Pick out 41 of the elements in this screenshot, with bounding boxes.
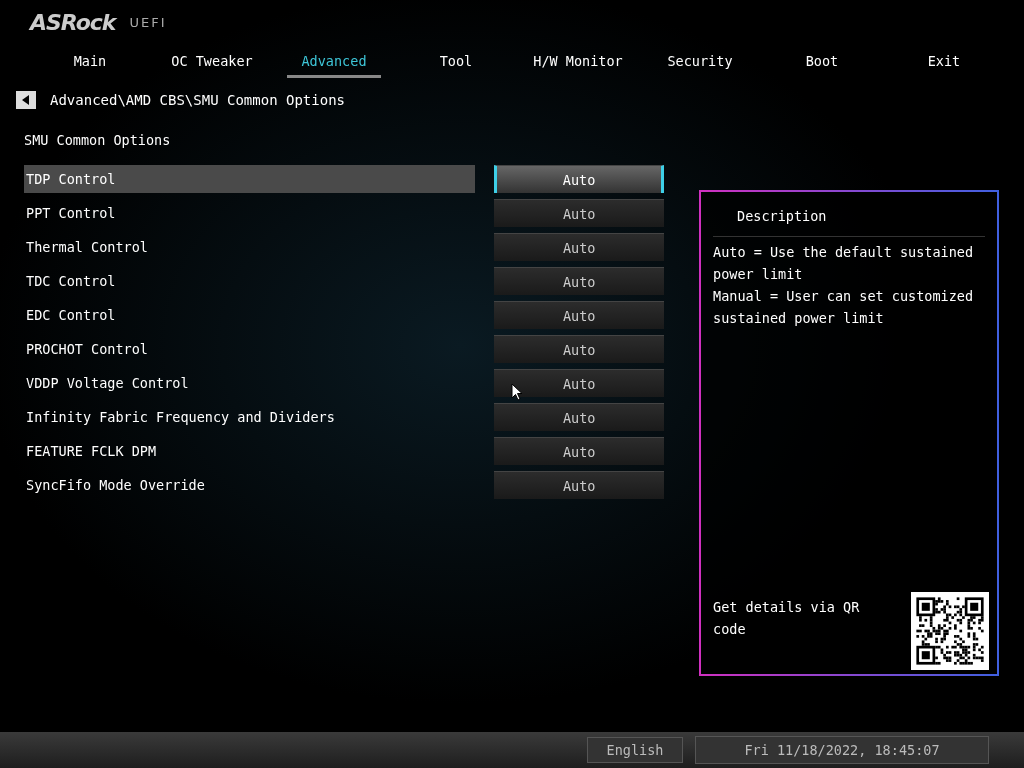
option-label[interactable]: Infinity Fabric Frequency and Dividers (24, 403, 476, 431)
page-title: SMU Common Options (23, 131, 172, 150)
menu-tab[interactable]: Boot (791, 45, 853, 78)
description-title: Description (713, 192, 985, 237)
option-label[interactable]: SyncFifo Mode Override (24, 471, 476, 499)
option-label[interactable]: Thermal Control (24, 233, 476, 261)
date-time-display: Fri 11/18/2022, 18:45:07 (695, 736, 989, 764)
option-value-button[interactable]: Auto (494, 267, 664, 295)
option-label[interactable]: PROCHOT Control (24, 335, 476, 363)
option-label[interactable]: PPT Control (24, 199, 476, 227)
option-label[interactable]: VDDP Voltage Control (24, 369, 476, 397)
option-value-button[interactable]: Auto (494, 471, 664, 499)
back-button[interactable] (16, 91, 36, 109)
option-label[interactable]: TDP Control (24, 165, 476, 193)
menu-tab[interactable]: Exit (913, 45, 975, 78)
menu-tab[interactable]: Advanced (287, 45, 381, 78)
menu-tab[interactable]: OC Tweaker (157, 45, 267, 78)
option-value-button[interactable]: Auto (494, 233, 664, 261)
description-text: Auto = Use the default sustained power limit (713, 243, 975, 284)
brand-logo: ASRock (30, 10, 116, 35)
language-button[interactable]: English (587, 737, 683, 763)
option-value-button[interactable]: Auto (494, 165, 664, 193)
menu-tab[interactable]: Main (59, 45, 121, 78)
option-value-button[interactable]: Auto (494, 437, 664, 465)
menu-tab[interactable]: H/W Monitor (519, 45, 637, 78)
menu-tab[interactable]: Tool (425, 45, 487, 78)
option-label[interactable]: FEATURE FCLK DPM (24, 437, 476, 465)
triangle-left-icon (22, 95, 30, 105)
uefi-label: UEFI (129, 15, 167, 30)
menu-tab[interactable]: Security (653, 45, 747, 78)
mouse-cursor-icon (511, 383, 523, 401)
option-value-button[interactable]: Auto (494, 403, 664, 431)
description-text: Manual = User can set customized sustained power limit (713, 287, 975, 328)
option-label[interactable]: EDC Control (24, 301, 476, 329)
option-value-button[interactable]: Auto (494, 369, 664, 397)
option-value-button[interactable]: Auto (494, 199, 664, 227)
option-value-button[interactable]: Auto (494, 301, 664, 329)
option-label[interactable]: TDC Control (24, 267, 476, 295)
option-value-button[interactable]: Auto (494, 335, 664, 363)
qr-caption: Get details via QR code (713, 598, 861, 639)
breadcrumb-path: Advanced\AMD CBS\SMU Common Options (50, 92, 345, 108)
